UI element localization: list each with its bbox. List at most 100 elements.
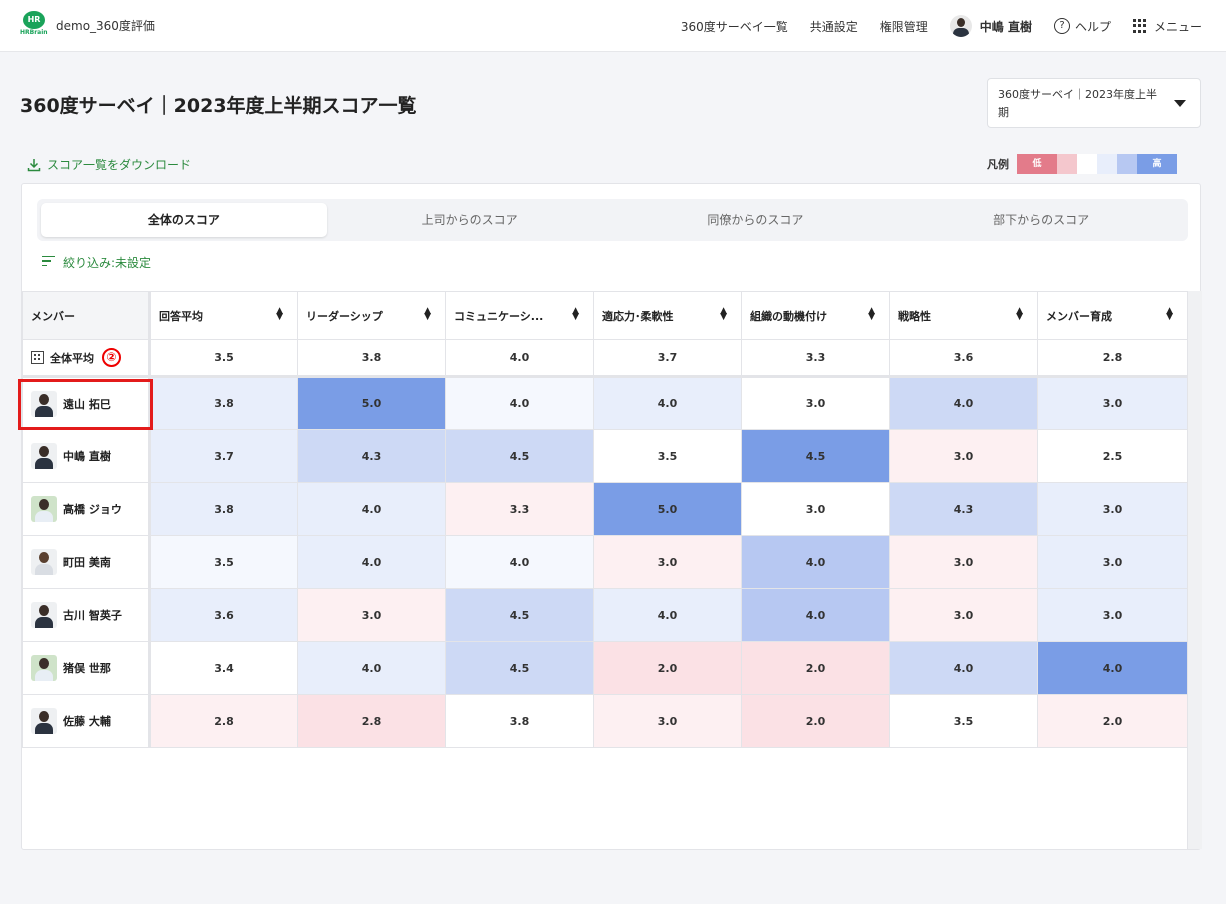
download-icon [27, 158, 41, 171]
member-avatar [31, 708, 57, 734]
column-header-label: コミュニケーシ... [454, 309, 544, 323]
average-cell: 3.7 [593, 339, 742, 378]
score-cell: 3.8 [149, 376, 298, 430]
table-scrollbar[interactable] [1187, 291, 1202, 849]
sort-icon[interactable]: ▲ ▼ [572, 306, 579, 321]
sort-icon[interactable]: ▲ ▼ [868, 306, 875, 321]
filter-button[interactable]: 絞り込み:未設定 [42, 254, 151, 271]
member-avatar [31, 443, 57, 469]
legend-label: 凡例 [987, 158, 1009, 171]
legend-low-swatch: 低 [1017, 154, 1057, 174]
survey-select-value: 360度サーベイ｜2023年度上半期 [998, 88, 1157, 119]
legend-high-swatch: 高 [1137, 154, 1177, 174]
score-cell: 3.4 [149, 641, 298, 695]
score-cell: 5.0 [297, 376, 446, 430]
filter-label: 絞り込み:未設定 [63, 256, 152, 270]
column-header[interactable]: リーダーシップ ▲ ▼ [297, 291, 446, 340]
score-cell: 2.0 [1037, 694, 1188, 748]
score-cell: 2.0 [741, 641, 890, 695]
member-avatar [31, 549, 57, 575]
legend-swatch [1097, 154, 1117, 174]
column-header[interactable]: 戦略性 ▲ ▼ [889, 291, 1038, 340]
sort-icon[interactable]: ▲ ▼ [1016, 306, 1023, 321]
tab-from-peers[interactable]: 同僚からのスコア [613, 203, 899, 237]
average-label: 全体平均 [50, 351, 94, 365]
table-row[interactable]: 遠山 拓巳 3.8 5.0 4.0 4.0 3.0 4.0 3.0 [22, 376, 1188, 430]
legend-swatch [1057, 154, 1077, 174]
table-row[interactable]: 佐藤 大輔 2.8 2.8 3.8 3.0 2.0 3.5 2.0 [22, 694, 1188, 748]
score-cell: 3.0 [297, 588, 446, 642]
annotation-badge: ② [102, 348, 121, 367]
sort-icon[interactable]: ▲ ▼ [424, 306, 431, 321]
caret-down-icon [1174, 100, 1186, 107]
member-cell[interactable]: 遠山 拓巳 [22, 376, 151, 430]
score-cell: 3.5 [593, 429, 742, 483]
average-row: 全体平均 ② 3.5 3.8 4.0 3.7 3.3 3.6 2.8 [22, 339, 1188, 378]
score-cell: 2.5 [1037, 429, 1188, 483]
score-cell: 3.8 [149, 482, 298, 536]
sort-icon[interactable]: ▲ ▼ [1166, 306, 1173, 321]
member-name: 古川 智英子 [63, 609, 122, 622]
score-cell: 3.0 [889, 588, 1038, 642]
logo-mark: HR [23, 11, 45, 29]
column-header[interactable]: コミュニケーシ... ▲ ▼ [445, 291, 594, 340]
member-cell[interactable]: 猪俣 世那 [22, 641, 151, 695]
member-cell[interactable]: 高橋 ジョウ [22, 482, 151, 536]
score-cell: 3.0 [741, 376, 890, 430]
tab-from-subordinates[interactable]: 部下からのスコア [898, 203, 1184, 237]
table-row[interactable]: 町田 美南 3.5 4.0 4.0 3.0 4.0 3.0 3.0 [22, 535, 1188, 589]
member-cell[interactable]: 中嶋 直樹 [22, 429, 151, 483]
tab-overall[interactable]: 全体のスコア [41, 203, 327, 237]
legend-swatch [1117, 154, 1137, 174]
score-cell: 3.7 [149, 429, 298, 483]
legend: 凡例 低 高 [987, 154, 1177, 174]
score-cell: 4.0 [889, 641, 1038, 695]
nav-survey-list[interactable]: 360度サーベイ一覧 [681, 18, 788, 35]
sort-icon[interactable]: ▲ ▼ [276, 306, 283, 321]
member-cell[interactable]: 古川 智英子 [22, 588, 151, 642]
score-cell: 4.3 [889, 482, 1038, 536]
score-cell: 3.0 [741, 482, 890, 536]
help-link[interactable]: ? ヘルプ [1053, 18, 1111, 35]
column-header[interactable]: 組織の動機付け ▲ ▼ [741, 291, 890, 340]
tab-from-superiors[interactable]: 上司からのスコア [327, 203, 613, 237]
score-cell: 4.5 [741, 429, 890, 483]
download-scores-link[interactable]: スコア一覧をダウンロード [27, 156, 191, 173]
average-cell: 3.8 [297, 339, 446, 378]
average-cell: 3.5 [149, 339, 298, 378]
score-cell: 3.5 [889, 694, 1038, 748]
score-cell: 3.5 [149, 535, 298, 589]
nav-permissions[interactable]: 権限管理 [880, 18, 928, 35]
table-row[interactable]: 中嶋 直樹 3.7 4.3 4.5 3.5 4.5 3.0 2.5 [22, 429, 1188, 483]
menu-button[interactable]: メニュー [1132, 18, 1202, 35]
hrbrain-logo[interactable]: HR HRBrain [20, 11, 48, 39]
table-row[interactable]: 高橋 ジョウ 3.8 4.0 3.3 5.0 3.0 4.3 3.0 [22, 482, 1188, 536]
average-cell: 4.0 [445, 339, 594, 378]
score-table: メンバー 回答平均 ▲ ▼ リーダーシップ ▲ ▼ コミュニケーシ... ▲ ▼ 適応力･柔… [22, 291, 1188, 748]
member-avatar [31, 496, 57, 522]
score-cell: 3.8 [445, 694, 594, 748]
score-cell: 3.0 [889, 429, 1038, 483]
score-cell: 3.0 [1037, 588, 1188, 642]
score-cell: 4.0 [297, 641, 446, 695]
column-header-label: リーダーシップ [306, 309, 383, 323]
column-header[interactable]: 適応力･柔軟性 ▲ ▼ [593, 291, 742, 340]
column-header[interactable]: メンバー育成 ▲ ▼ [1037, 291, 1188, 340]
column-header-label: メンバー育成 [1046, 309, 1112, 323]
score-cell: 4.0 [1037, 641, 1188, 695]
table-row[interactable]: 古川 智英子 3.6 3.0 4.5 4.0 4.0 3.0 3.0 [22, 588, 1188, 642]
global-nav: 360度サーベイ一覧 共通設定 権限管理 中嶋 直樹 ? ヘルプ メニュー [659, 0, 1202, 52]
score-cell: 4.0 [741, 588, 890, 642]
user-menu[interactable]: 中嶋 直樹 [949, 15, 1032, 37]
member-name: 中嶋 直樹 [63, 450, 111, 463]
member-cell[interactable]: 佐藤 大輔 [22, 694, 151, 748]
member-cell[interactable]: 町田 美南 [22, 535, 151, 589]
score-cell: 3.0 [889, 535, 1038, 589]
score-cell: 4.0 [445, 376, 594, 430]
nav-common-settings[interactable]: 共通設定 [810, 18, 858, 35]
column-header[interactable]: 回答平均 ▲ ▼ [149, 291, 298, 340]
survey-select[interactable]: 360度サーベイ｜2023年度上半期 [987, 78, 1201, 128]
score-cell: 4.3 [297, 429, 446, 483]
table-row[interactable]: 猪俣 世那 3.4 4.0 4.5 2.0 2.0 4.0 4.0 [22, 641, 1188, 695]
sort-icon[interactable]: ▲ ▼ [720, 306, 727, 321]
